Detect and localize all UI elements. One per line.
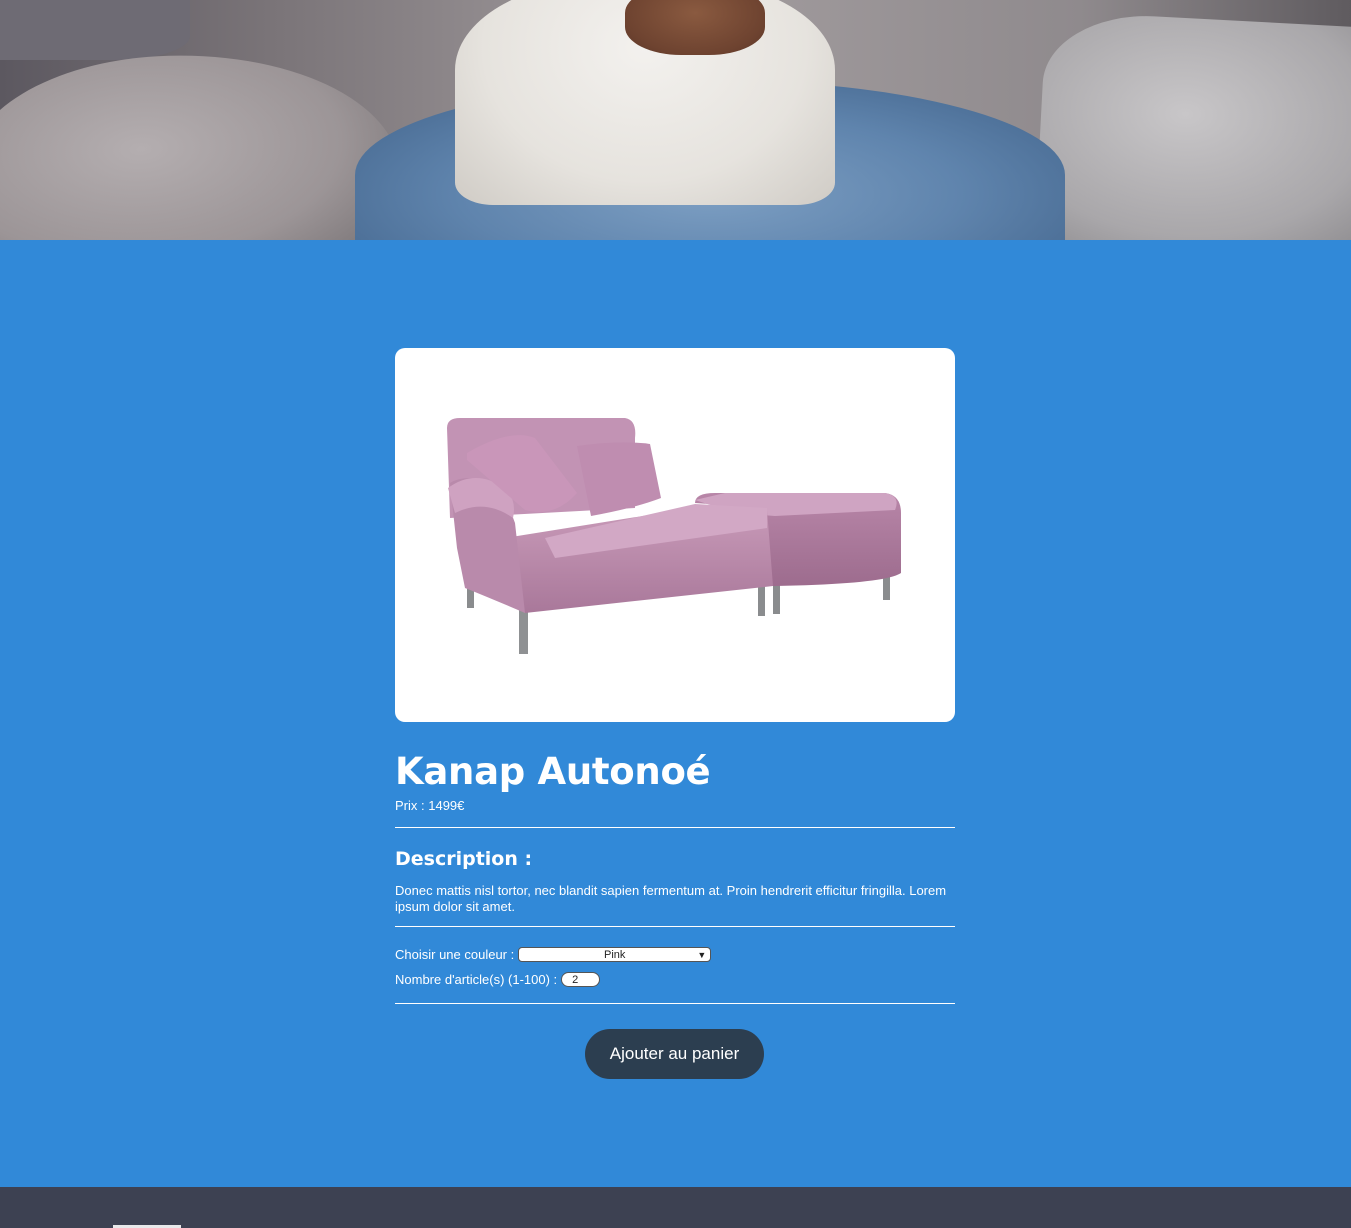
divider	[395, 926, 955, 927]
product-price: Prix : 1499€	[395, 798, 464, 813]
color-select[interactable]: Pink ▼	[518, 947, 712, 962]
pillow-decoration	[1033, 10, 1351, 240]
color-option-row: Choisir une couleur : Pink ▼	[395, 947, 712, 962]
description-text: Donec mattis nisl tortor, nec blandit sa…	[395, 883, 947, 914]
price-currency: €	[457, 798, 465, 813]
description-heading: Description :	[395, 848, 533, 870]
product-image	[395, 348, 955, 722]
sofa-illustration	[447, 418, 901, 654]
color-select-value: Pink	[604, 948, 626, 961]
divider	[395, 1003, 955, 1004]
price-value: 1499	[428, 798, 458, 813]
add-to-cart-button[interactable]: Ajouter au panier	[585, 1029, 764, 1079]
product-section: Kanap Autonoé Prix : 1499€ Description :…	[0, 240, 1351, 1187]
price-label: Prix :	[395, 798, 429, 813]
hero-banner-image	[0, 0, 1351, 240]
quantity-label: Nombre d'article(s) (1-100) :	[395, 972, 558, 987]
pillow-decoration	[0, 0, 190, 60]
person-hands	[625, 0, 765, 55]
divider	[395, 827, 955, 828]
footer	[0, 1187, 1351, 1228]
quantity-option-row: Nombre d'article(s) (1-100) : 2	[395, 972, 601, 987]
product-title: Kanap Autonoé	[395, 750, 711, 793]
color-label: Choisir une couleur :	[395, 947, 515, 962]
quantity-input[interactable]: 2	[561, 972, 601, 987]
chevron-down-icon: ▼	[697, 950, 707, 960]
